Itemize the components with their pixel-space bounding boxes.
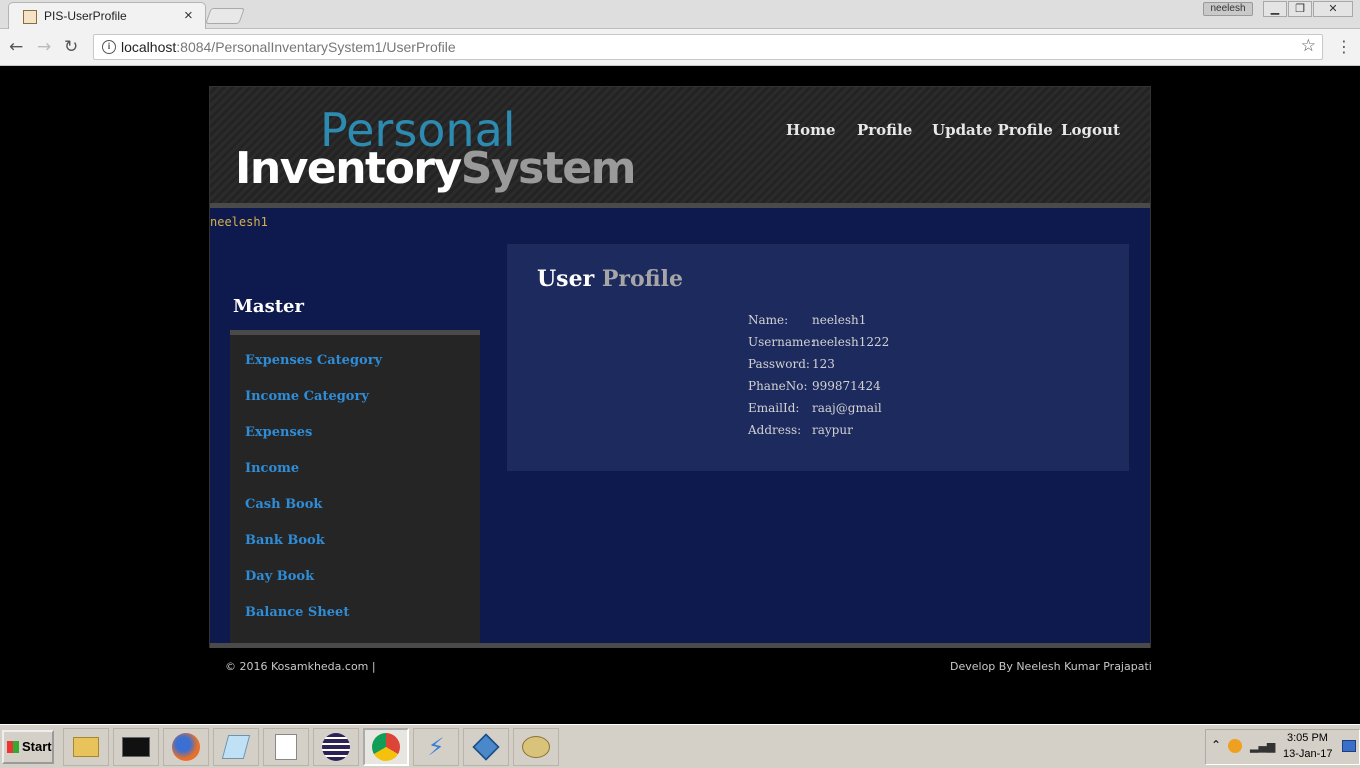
value-phone: 999871424 bbox=[812, 379, 881, 393]
sidebar-item-cash-book[interactable]: Cash Book bbox=[245, 497, 322, 512]
nav-logout[interactable]: Logout bbox=[1061, 121, 1120, 139]
sidebar-heading: Master bbox=[233, 296, 304, 317]
show-desktop-icon[interactable] bbox=[1342, 740, 1356, 752]
sidebar-item-income-category[interactable]: Income Category bbox=[245, 389, 369, 404]
site-header: Personal InventorySystem Home Profile Up… bbox=[210, 87, 1150, 208]
network-signal-icon[interactable]: ▂▄▆ bbox=[1250, 740, 1275, 753]
tab-title: PIS-UserProfile bbox=[44, 9, 127, 23]
panel-title: User Profile bbox=[537, 266, 684, 292]
maximize-button[interactable]: ❐ bbox=[1288, 1, 1312, 17]
value-email: raaj@gmail bbox=[812, 401, 882, 415]
logo-inventory-system: InventorySystem bbox=[235, 143, 636, 194]
browser-menu-icon[interactable]: ⋮ bbox=[1336, 37, 1352, 56]
logged-in-username: neelesh1 bbox=[210, 215, 268, 229]
nav-profile[interactable]: Profile bbox=[857, 121, 912, 139]
chrome-icon[interactable] bbox=[363, 728, 409, 766]
tray-app-icon[interactable] bbox=[1228, 739, 1242, 753]
bookmark-star-icon[interactable]: ☆ bbox=[1301, 36, 1316, 56]
notepad-icon[interactable] bbox=[213, 728, 259, 766]
sidebar-item-expenses[interactable]: Expenses bbox=[245, 425, 312, 440]
label-username: Username: bbox=[748, 335, 815, 349]
value-address: raypur bbox=[812, 423, 853, 437]
label-name: Name: bbox=[748, 313, 789, 327]
reload-icon[interactable]: ↻ bbox=[64, 37, 78, 57]
minimize-button[interactable]: ▁ bbox=[1263, 1, 1287, 17]
favicon-icon bbox=[23, 10, 37, 24]
address-toolbar: ← → ↻ i localhost:8084/PersonalInventary… bbox=[0, 29, 1360, 66]
value-name: neelesh1 bbox=[812, 313, 867, 327]
site-bottom-bar bbox=[210, 643, 1150, 648]
tab-close-icon[interactable]: × bbox=[184, 7, 193, 24]
profile-badge[interactable]: neelesh bbox=[1203, 2, 1253, 16]
label-email: EmailId: bbox=[748, 401, 800, 415]
sidebar-menu: Expenses Category Income Category Expens… bbox=[230, 330, 480, 644]
footer-copyright: © 2016 Kosamkheda.com | bbox=[225, 660, 376, 673]
value-password: 123 bbox=[812, 357, 835, 371]
new-tab-button[interactable] bbox=[205, 8, 245, 24]
url-text: localhost:8084/PersonalInventarySystem1/… bbox=[121, 39, 456, 55]
sidebar-item-day-book[interactable]: Day Book bbox=[245, 569, 314, 584]
sidebar-item-balance-sheet[interactable]: Balance Sheet bbox=[245, 605, 349, 620]
label-address: Address: bbox=[748, 423, 802, 437]
paint-icon[interactable] bbox=[513, 728, 559, 766]
back-arrow-icon[interactable]: ← bbox=[9, 37, 23, 57]
file-explorer-icon[interactable] bbox=[63, 728, 109, 766]
tray-expand-icon[interactable]: ⌃ bbox=[1211, 738, 1221, 752]
sidebar-item-income[interactable]: Income bbox=[245, 461, 299, 476]
label-phone: PhaneNo: bbox=[748, 379, 808, 393]
flash-icon[interactable]: ⚡ bbox=[413, 728, 459, 766]
tab-userprofile[interactable]: PIS-UserProfile × bbox=[8, 2, 206, 29]
site-container: Personal InventorySystem Home Profile Up… bbox=[209, 86, 1151, 648]
taskbar: Start ⚡ ⌃ ▂▄▆ bbox=[0, 724, 1360, 768]
nav-home[interactable]: Home bbox=[786, 121, 836, 139]
sidebar-item-bank-book[interactable]: Bank Book bbox=[245, 533, 325, 548]
sidebar-item-expenses-category[interactable]: Expenses Category bbox=[245, 353, 382, 368]
start-button[interactable]: Start bbox=[2, 730, 54, 764]
footer-developer: Develop By Neelesh Kumar Prajapati bbox=[950, 660, 1152, 673]
firefox-icon[interactable] bbox=[163, 728, 209, 766]
url-bar[interactable]: i localhost:8084/PersonalInventarySystem… bbox=[93, 34, 1323, 60]
eclipse-icon[interactable] bbox=[313, 728, 359, 766]
value-username: neelesh1222 bbox=[812, 335, 890, 349]
windows-flag-icon bbox=[7, 741, 19, 753]
forward-arrow-icon[interactable]: → bbox=[37, 37, 51, 57]
user-profile-panel: User Profile Name: neelesh1 Username: ne… bbox=[506, 243, 1130, 472]
clock-time[interactable]: 3:05 PM bbox=[1287, 732, 1328, 744]
page-viewport: Personal InventorySystem Home Profile Up… bbox=[0, 67, 1360, 724]
clock-date[interactable]: 13-Jan-17 bbox=[1283, 748, 1333, 760]
close-window-button[interactable]: ✕ bbox=[1313, 1, 1353, 17]
virtualbox-icon[interactable] bbox=[463, 728, 509, 766]
info-icon[interactable]: i bbox=[102, 40, 116, 54]
command-prompt-icon[interactable] bbox=[113, 728, 159, 766]
wordpad-icon[interactable] bbox=[263, 728, 309, 766]
browser-tab-bar: PIS-UserProfile × neelesh ▁ ❐ ✕ bbox=[0, 0, 1360, 29]
nav-update-profile[interactable]: Update Profile bbox=[932, 121, 1053, 139]
label-password: Password: bbox=[748, 357, 810, 371]
